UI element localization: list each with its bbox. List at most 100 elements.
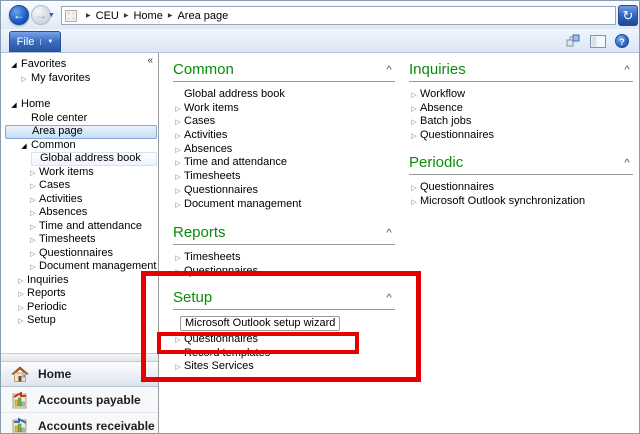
tree-label[interactable]: Work items — [39, 166, 94, 178]
expanded-triangle-icon[interactable] — [9, 58, 19, 73]
menu-item-timesheets-report[interactable]: Timesheets — [173, 251, 395, 265]
collapsed-triangle-icon[interactable] — [173, 102, 183, 117]
expanded-triangle-icon[interactable] — [19, 139, 29, 154]
file-menu-button[interactable]: File ▼ — [9, 31, 61, 52]
tree-label[interactable]: Absences — [39, 206, 87, 218]
menu-item-activities[interactable]: Activities — [173, 129, 395, 143]
collapse-chevron-icon[interactable]: ^ — [386, 65, 392, 74]
menu-item-label-focused[interactable]: Microsoft Outlook setup wizard — [180, 316, 340, 331]
collapsed-triangle-icon[interactable] — [173, 265, 183, 280]
tree-item-global-address-book[interactable]: Global address book — [31, 152, 157, 166]
collapsed-triangle-icon[interactable] — [173, 184, 183, 199]
tree-label[interactable]: Timesheets — [39, 233, 95, 245]
tree-label[interactable]: Home — [21, 98, 50, 110]
menu-item-label[interactable]: Timesheets — [184, 170, 240, 182]
menu-item-outlook-setup-wizard[interactable]: Microsoft Outlook setup wizard — [173, 316, 395, 333]
tree-item-questionnaires[interactable]: Questionnaires — [1, 247, 159, 261]
menu-item-questionnaires-periodic[interactable]: Questionnaires — [409, 181, 633, 195]
menu-item-sites-services[interactable]: Sites Services — [173, 360, 395, 374]
menu-item-questionnaires-setup[interactable]: Questionnaires — [173, 333, 395, 347]
breadcrumb-item-area-page[interactable]: Area page — [177, 10, 228, 22]
collapsed-triangle-icon[interactable] — [16, 314, 26, 329]
menu-item-absence[interactable]: Absence — [409, 102, 633, 116]
address-bar[interactable]: ▶ CEU ▶ Home ▶ Area page — [61, 6, 616, 25]
collapsed-triangle-icon[interactable] — [173, 360, 183, 375]
refresh-go-button[interactable]: ↻ — [618, 5, 638, 26]
menu-item-label[interactable]: Sites Services — [184, 360, 254, 372]
tree-label[interactable]: Periodic — [27, 301, 67, 313]
module-button-accounts-receivable[interactable]: Accounts receivable — [1, 413, 158, 434]
menu-item-questionnaires[interactable]: Questionnaires — [173, 184, 395, 198]
menu-item-document-management[interactable]: Document management — [173, 198, 395, 212]
menu-item-label[interactable]: Cases — [184, 115, 215, 127]
collapse-chevron-icon[interactable]: ^ — [386, 293, 392, 302]
tree-item-role-center[interactable]: Role center — [1, 112, 159, 126]
tree-label[interactable]: Cases — [39, 179, 70, 191]
collapsed-triangle-icon[interactable] — [409, 88, 419, 103]
collapsed-triangle-icon[interactable] — [173, 129, 183, 144]
section-title[interactable]: Reports^ — [173, 224, 395, 245]
collapsed-triangle-icon[interactable] — [28, 206, 38, 221]
collapsed-triangle-icon[interactable] — [28, 166, 38, 181]
tree-item-reports[interactable]: Reports — [1, 287, 159, 301]
tree-label[interactable]: Favorites — [21, 58, 66, 70]
collapsed-triangle-icon[interactable] — [173, 143, 183, 158]
collapsed-triangle-icon[interactable] — [173, 170, 183, 185]
tree-label[interactable]: Activities — [39, 193, 82, 205]
menu-item-label[interactable]: Timesheets — [184, 251, 240, 263]
tree-label[interactable]: Global address book — [40, 152, 141, 164]
tree-label[interactable]: My favorites — [31, 72, 90, 84]
collapsed-triangle-icon[interactable] — [16, 287, 26, 302]
collapsed-triangle-icon[interactable] — [409, 115, 419, 130]
tree-item-cases[interactable]: Cases — [1, 179, 159, 193]
menu-item-label[interactable]: Batch jobs — [420, 115, 471, 127]
collapsed-triangle-icon[interactable] — [173, 156, 183, 171]
nav-history-dropdown-icon[interactable]: ▼ — [48, 12, 55, 19]
module-button-home[interactable]: Home — [1, 361, 158, 387]
tree-item-home[interactable]: Home — [1, 98, 159, 112]
tree-label[interactable]: Inquiries — [27, 274, 69, 286]
collapsed-triangle-icon[interactable] — [19, 72, 29, 87]
breadcrumb-item-home[interactable]: Home — [133, 10, 162, 22]
menu-item-timesheets[interactable]: Timesheets — [173, 170, 395, 184]
tree-item-my-favorites[interactable]: My favorites — [1, 72, 159, 86]
menu-item-label[interactable]: Work items — [184, 102, 239, 114]
menu-item-cases[interactable]: Cases — [173, 115, 395, 129]
menu-item-questionnaires-report[interactable]: Questionnaires — [173, 265, 395, 279]
menu-item-time-and-attendance[interactable]: Time and attendance — [173, 156, 395, 170]
navigation-pane-layout-icon[interactable] — [590, 35, 606, 48]
section-title[interactable]: Setup^ — [173, 289, 395, 310]
collapsed-triangle-icon[interactable] — [28, 260, 38, 275]
tree-item-common[interactable]: Common — [1, 139, 159, 153]
section-title[interactable]: Periodic^ — [409, 154, 633, 175]
tree-label[interactable]: Area page — [32, 125, 83, 137]
module-label[interactable]: Home — [38, 367, 71, 381]
menu-item-absences[interactable]: Absences — [173, 143, 395, 157]
menu-item-label[interactable]: Global address book — [184, 88, 285, 100]
tree-item-time-and-attendance[interactable]: Time and attendance — [1, 220, 159, 234]
menu-item-label[interactable]: Workflow — [420, 88, 465, 100]
collapsed-triangle-icon[interactable] — [173, 251, 183, 266]
tree-item-periodic[interactable]: Periodic — [1, 301, 159, 315]
menu-item-workflow[interactable]: Workflow — [409, 88, 633, 102]
menu-item-label[interactable]: Questionnaires — [184, 333, 258, 345]
menu-item-label[interactable]: Record templates — [184, 347, 270, 359]
menu-item-work-items[interactable]: Work items — [173, 102, 395, 116]
tree-label[interactable]: Reports — [27, 287, 66, 299]
module-button-accounts-payable[interactable]: Accounts payable — [1, 387, 158, 413]
tree-item-activities[interactable]: Activities — [1, 193, 159, 207]
tree-item-document-management[interactable]: Document management — [1, 260, 159, 274]
collapse-chevron-icon[interactable]: ^ — [624, 65, 630, 74]
breadcrumb-item-ceu[interactable]: CEU — [96, 10, 119, 22]
tree-label[interactable]: Common — [31, 139, 76, 151]
tree-item-timesheets[interactable]: Timesheets — [1, 233, 159, 247]
menu-item-outlook-synchronization[interactable]: Microsoft Outlook synchronization — [409, 195, 633, 209]
tree-item-favorites[interactable]: Favorites — [1, 58, 159, 72]
tree-label[interactable]: Role center — [31, 112, 87, 124]
back-button[interactable]: ← — [9, 5, 29, 25]
section-title[interactable]: Inquiries^ — [409, 61, 633, 82]
collapsed-triangle-icon[interactable] — [409, 129, 419, 144]
collapsed-triangle-icon[interactable] — [28, 247, 38, 262]
menu-item-label[interactable]: Absences — [184, 143, 232, 155]
collapsed-triangle-icon[interactable] — [409, 195, 419, 210]
